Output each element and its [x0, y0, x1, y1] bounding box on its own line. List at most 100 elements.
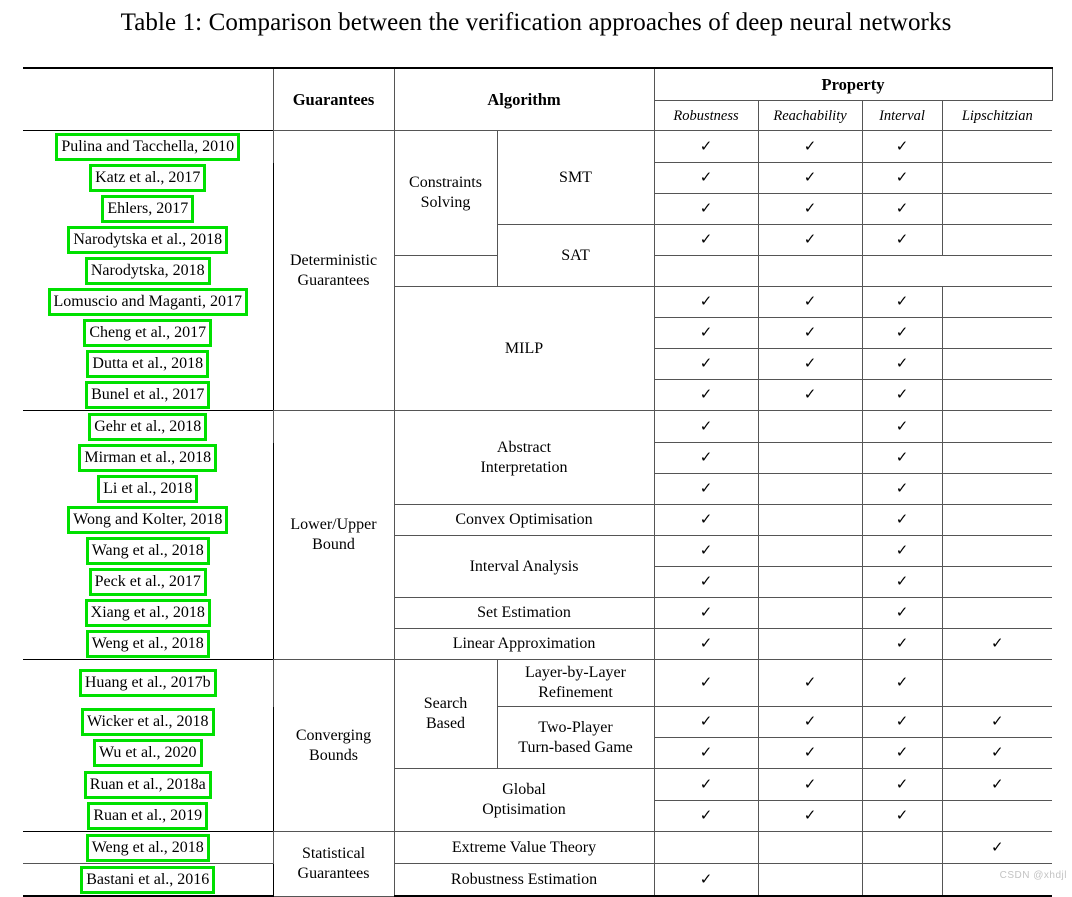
reference-highlight-box[interactable]: Dutta et al., 2018 — [86, 350, 210, 378]
property-interval-cell: ✓ — [861, 597, 943, 629]
reference-highlight-box[interactable]: Huang et al., 2017b — [78, 669, 217, 698]
property-interval-cell: ✓ — [861, 768, 943, 801]
reference-highlight-box[interactable]: Narodytska, 2018 — [84, 257, 211, 285]
reference-highlight-box[interactable]: Peck et al., 2017 — [88, 568, 207, 596]
table-row: Gehr et al., 2018 Lower/Upper Bound Abst… — [23, 410, 1053, 660]
table-row: Weng et al., 2018 Linear Approximation ✓… — [23, 628, 1053, 660]
reference-cell: Narodytska et al., 2018 — [23, 224, 274, 256]
property-lipschitzian-cell — [941, 286, 1053, 318]
property-robustness-cell: ✓ — [653, 193, 759, 225]
reference-highlight-box[interactable]: Weng et al., 2018 — [85, 833, 210, 862]
reference-highlight-box[interactable]: Wong and Kolter, 2018 — [67, 506, 229, 534]
property-lipschitzian-cell — [941, 535, 1053, 567]
property-lipschitzian-cell — [941, 224, 1053, 256]
property-robustness-cell: ✓ — [653, 504, 759, 536]
reference-highlight-box[interactable]: Ruan et al., 2019 — [87, 801, 209, 830]
reference-highlight-box[interactable]: Xiang et al., 2018 — [84, 599, 211, 627]
algorithm-interval-analysis: Interval Analysis — [393, 535, 655, 598]
property-interval-cell: ✓ — [861, 193, 943, 225]
table-row: Lomuscio and Maganti, 2017 MILP ✓ ✓ ✓ — [23, 286, 1053, 411]
property-interval-cell: ✓ — [861, 737, 943, 769]
header-algorithm: Algorithm — [393, 67, 655, 131]
table-header-row-1: Guarantees Algorithm Property — [23, 67, 1053, 131]
reference-highlight-box[interactable]: Mirman et al., 2018 — [78, 444, 218, 472]
property-reachability-cell: ✓ — [757, 379, 863, 411]
table-row: Xiang et al., 2018 Set Estimation ✓ ✓ — [23, 597, 1053, 629]
reference-cell: Wu et al., 2020 — [23, 737, 274, 769]
property-robustness-cell: ✓ — [653, 130, 759, 163]
property-reachability-cell: ✓ — [757, 224, 863, 256]
property-interval-cell: ✓ — [861, 800, 943, 832]
reference-cell: Dutta et al., 2018 — [23, 348, 274, 380]
property-interval-cell: ✓ — [861, 379, 943, 411]
property-interval-cell: ✓ — [861, 706, 943, 738]
property-lipschitzian-cell — [941, 800, 1053, 832]
property-interval-cell: ✓ — [861, 410, 943, 443]
property-robustness-cell: ✓ — [653, 863, 759, 897]
property-lipschitzian-cell: ✓ — [941, 628, 1053, 660]
csdn-watermark: CSDN @xhdjl — [999, 870, 1067, 881]
reference-highlight-box[interactable]: Weng et al., 2018 — [85, 629, 210, 658]
reference-highlight-box[interactable]: Ehlers, 2017 — [101, 195, 195, 223]
property-lipschitzian-cell: ✓ — [941, 737, 1053, 769]
reference-highlight-box[interactable]: Bastani et al., 2016 — [80, 865, 216, 894]
reference-cell: Narodytska, 2018 — [23, 255, 274, 287]
property-lipschitzian-cell — [941, 504, 1053, 536]
reference-cell: Wong and Kolter, 2018 — [23, 504, 274, 536]
reference-highlight-box[interactable]: Wu et al., 2020 — [92, 739, 203, 767]
property-reachability-cell — [757, 473, 863, 505]
property-lipschitzian-cell — [941, 193, 1053, 225]
property-reachability-cell: ✓ — [757, 737, 863, 769]
property-interval-cell: ✓ — [861, 317, 943, 349]
property-lipschitzian-cell — [941, 379, 1053, 411]
reference-highlight-box[interactable]: Katz et al., 2017 — [89, 164, 207, 192]
table-row: Wang et al., 2018 Interval Analysis ✓ ✓ — [23, 535, 1053, 598]
property-interval-cell — [861, 831, 943, 864]
algorithm-sat: SAT — [496, 224, 655, 287]
property-reachability-cell — [757, 535, 863, 567]
property-robustness-cell — [393, 255, 498, 287]
reference-highlight-box[interactable]: Gehr et al., 2018 — [88, 412, 208, 441]
reference-highlight-box[interactable]: Wicker et al., 2018 — [80, 708, 215, 736]
reference-cell: Wicker et al., 2018 — [23, 706, 274, 738]
reference-highlight-box[interactable]: Lomuscio and Maganti, 2017 — [47, 288, 248, 316]
property-interval-cell — [757, 255, 863, 287]
algorithm-layer-by-layer-refinement: Layer-by-Layer Refinement — [496, 659, 655, 707]
reference-cell: Huang et al., 2017b — [23, 659, 274, 707]
property-reachability-cell: ✓ — [757, 162, 863, 194]
property-reachability-cell: ✓ — [757, 800, 863, 832]
property-robustness-cell: ✓ — [653, 628, 759, 660]
property-interval-cell: ✓ — [861, 130, 943, 163]
property-robustness-cell: ✓ — [653, 473, 759, 505]
table-row: Huang et al., 2017b Converging Bounds Se… — [23, 659, 1053, 832]
property-lipschitzian-cell: ✓ — [941, 831, 1053, 864]
reference-highlight-box[interactable]: Bunel et al., 2017 — [85, 380, 211, 409]
property-robustness-cell: ✓ — [653, 286, 759, 318]
comparison-table-container: Guarantees Algorithm Property Robustness… — [23, 67, 1053, 897]
property-robustness-cell: ✓ — [653, 597, 759, 629]
reference-cell: Ruan et al., 2018a — [23, 768, 274, 801]
reference-highlight-box[interactable]: Wang et al., 2018 — [85, 537, 210, 565]
algorithm-extreme-value-theory: Extreme Value Theory — [393, 831, 655, 864]
reference-highlight-box[interactable]: Li et al., 2018 — [97, 475, 199, 503]
reference-cell: Xiang et al., 2018 — [23, 597, 274, 629]
reference-highlight-box[interactable]: Cheng et al., 2017 — [83, 319, 213, 347]
reference-cell: Katz et al., 2017 — [23, 162, 274, 194]
reference-highlight-box[interactable]: Pulina and Tacchella, 2010 — [55, 132, 241, 161]
property-reachability-cell — [757, 504, 863, 536]
reference-highlight-box[interactable]: Narodytska et al., 2018 — [67, 226, 229, 254]
reference-highlight-box[interactable]: Ruan et al., 2018a — [83, 770, 212, 799]
property-reachability-cell — [757, 597, 863, 629]
algorithm-smt: SMT — [496, 130, 655, 225]
property-reachability-cell — [757, 831, 863, 864]
property-reachability-cell: ✓ — [757, 317, 863, 349]
property-robustness-cell: ✓ — [653, 768, 759, 801]
header-guarantees-label: Guarantees — [292, 89, 375, 109]
algorithm-set-estimation: Set Estimation — [393, 597, 655, 629]
header-property: Property — [653, 67, 1053, 101]
property-lipschitzian-cell — [941, 597, 1053, 629]
reference-cell: Li et al., 2018 — [23, 473, 274, 505]
property-lipschitzian-cell: ✓ — [941, 768, 1053, 801]
guarantee-group-deterministic: Deterministic Guarantees — [272, 130, 395, 411]
reference-cell: Wang et al., 2018 — [23, 535, 274, 567]
